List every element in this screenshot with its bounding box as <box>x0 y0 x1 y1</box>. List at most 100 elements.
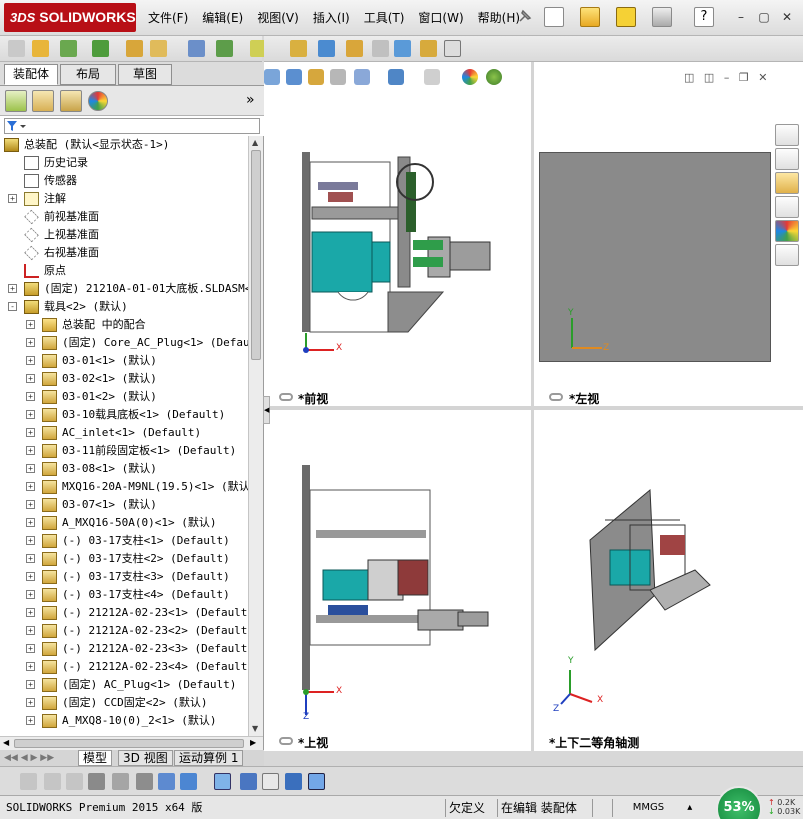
section-view-icon[interactable] <box>330 69 346 85</box>
tile-right-icon[interactable]: ◫ <box>704 71 714 84</box>
menu-view[interactable]: 视图(V) <box>257 9 299 26</box>
unit-system-selector[interactable]: MMGS ▴ <box>612 799 712 817</box>
zoom-to-fit-icon[interactable] <box>264 69 280 85</box>
horizontal-scroll-thumb[interactable] <box>14 739 244 748</box>
expand-icon[interactable]: + <box>26 482 35 491</box>
tree-item[interactable]: + (-) 03-17支柱<4> (Default) <box>0 586 248 604</box>
pin-icon[interactable] <box>516 7 536 27</box>
tree-item[interactable]: 传感器 <box>0 172 248 190</box>
property-manager-tab-icon[interactable] <box>32 90 54 112</box>
configuration-manager-tab-icon[interactable] <box>60 90 82 112</box>
tree-item[interactable]: + AC_inlet<1> (Default) <box>0 424 248 442</box>
expand-icon[interactable]: + <box>26 590 35 599</box>
expand-icon[interactable]: + <box>26 644 35 653</box>
tree-vertical-scrollbar[interactable]: ▲ ▼ <box>248 136 263 736</box>
expand-icon[interactable]: + <box>26 716 35 725</box>
tree-item[interactable]: + MXQ16-20A-M9NL(19.5)<1> (默认) <box>0 478 248 496</box>
tree-item[interactable]: - 载具<2> (默认) <box>0 298 248 316</box>
expand-icon[interactable]: + <box>8 284 17 293</box>
expand-panel-icon[interactable]: » <box>246 92 255 108</box>
tree-item[interactable]: + (固定) AC_Plug<1> (Default) <box>0 676 248 694</box>
expand-icon[interactable]: + <box>26 626 35 635</box>
tree-item[interactable]: +03-01<1> (默认) <box>0 352 248 370</box>
table-icon[interactable] <box>262 773 279 790</box>
shaded-icon[interactable] <box>308 773 325 790</box>
apply-scene-icon[interactable] <box>486 69 502 85</box>
new-part-icon[interactable] <box>150 40 167 57</box>
solidworks-resources-icon[interactable] <box>775 124 799 146</box>
expand-icon[interactable]: + <box>26 500 35 509</box>
tree-item[interactable]: 上视基准面 <box>0 226 248 244</box>
print-icon[interactable] <box>652 7 672 27</box>
instant3d-icon[interactable] <box>346 40 363 57</box>
view-cube-icon[interactable] <box>214 773 231 790</box>
viewport-close-icon[interactable]: ✕ <box>758 71 767 84</box>
new-document-icon[interactable] <box>544 7 564 27</box>
expand-icon[interactable]: + <box>26 680 35 689</box>
menu-file[interactable]: 文件(F) <box>148 9 188 26</box>
viewport-restore-icon[interactable]: ❐ <box>739 71 749 84</box>
bom-icon[interactable] <box>420 40 437 57</box>
view-orientation-icon[interactable] <box>354 69 370 85</box>
linear-pattern-icon[interactable] <box>66 773 83 790</box>
tree-item[interactable]: +03-08<1> (默认) <box>0 460 248 478</box>
tree-item[interactable]: +03-01<2> (默认) <box>0 388 248 406</box>
front-view-link-icon[interactable] <box>279 393 293 401</box>
menu-edit[interactable]: 编辑(E) <box>202 9 243 26</box>
viewport-minimize-icon[interactable]: – <box>724 71 730 84</box>
rebuild-warning-icon[interactable] <box>616 7 636 27</box>
previous-view-icon[interactable] <box>308 69 324 85</box>
expand-icon[interactable]: + <box>26 374 35 383</box>
tab-model[interactable]: 模型 <box>78 750 113 766</box>
tree-item[interactable]: 总装配 (默认<显示状态-1>) <box>0 136 248 154</box>
hide-show-icon[interactable] <box>394 40 411 57</box>
pattern-icon[interactable] <box>60 40 77 57</box>
normal-to-icon[interactable] <box>240 773 257 790</box>
expand-icon[interactable]: + <box>26 428 35 437</box>
solidworks-logo[interactable]: 3DS SOLIDWORKS <box>4 3 136 32</box>
tree-item[interactable]: +03-11前段固定板<1> (Default) <box>0 442 248 460</box>
menu-window[interactable]: 窗口(W) <box>418 9 463 26</box>
smart-fasteners-icon[interactable] <box>216 40 233 57</box>
move-component-icon[interactable] <box>188 40 205 57</box>
design-library-icon[interactable] <box>775 148 799 170</box>
scroll-right-icon[interactable]: ▶ <box>250 738 256 747</box>
menu-tools[interactable]: 工具(T) <box>364 9 405 26</box>
mate-icon[interactable] <box>32 40 49 57</box>
tree-item[interactable]: 历史记录 <box>0 154 248 172</box>
tree-item[interactable]: + (固定) Core_AC_Plug<1> (Default… <box>0 334 248 352</box>
edit-appearance-icon[interactable] <box>462 69 478 85</box>
tab-nav-arrows[interactable]: ◀◀ ◀ ▶ ▶▶ <box>4 753 54 763</box>
expand-icon[interactable]: + <box>26 410 35 419</box>
open-folder-icon[interactable] <box>580 7 600 27</box>
expand-icon[interactable]: + <box>26 356 35 365</box>
save-icon[interactable] <box>285 773 302 790</box>
tree-item[interactable]: + (-) 03-17支柱<2> (Default) <box>0 550 248 568</box>
close-icon[interactable]: ✕ <box>779 9 795 25</box>
zoom-to-area-icon[interactable] <box>286 69 302 85</box>
tab-motion-study[interactable]: 运动算例 1 <box>174 750 244 766</box>
tree-item[interactable]: 右视基准面 <box>0 244 248 262</box>
display-cube-icon[interactable] <box>180 773 197 790</box>
menu-help[interactable]: 帮助(H) <box>478 9 520 26</box>
hide-show-items-icon[interactable] <box>424 69 440 85</box>
grid-icon[interactable] <box>112 773 129 790</box>
view-palette-icon[interactable] <box>775 196 799 218</box>
custom-properties-icon[interactable] <box>775 244 799 266</box>
interference-icon[interactable] <box>290 40 307 57</box>
smart-dimension-icon[interactable] <box>44 773 61 790</box>
appearances-icon[interactable] <box>775 220 799 242</box>
tree-item[interactable]: + (-) 21212A-02-23<2> (Default) <box>0 622 248 640</box>
tree-item[interactable]: + (固定) CCD固定<2> (默认) <box>0 694 248 712</box>
tree-item[interactable]: + 注解 <box>0 190 248 208</box>
tree-item[interactable]: 原点 <box>0 262 248 280</box>
tree-item[interactable]: + A_MXQ16-50A(0)<1> (默认) <box>0 514 248 532</box>
tab-3d-view[interactable]: 3D 视图 <box>118 750 173 766</box>
expand-icon[interactable]: + <box>26 518 35 527</box>
tree-item[interactable]: 前视基准面 <box>0 208 248 226</box>
lines-icon[interactable] <box>88 773 105 790</box>
minimize-icon[interactable]: – <box>733 9 749 25</box>
expand-icon[interactable]: + <box>26 554 35 563</box>
expand-icon[interactable]: + <box>8 194 17 203</box>
large-design-review-icon[interactable] <box>372 40 389 57</box>
